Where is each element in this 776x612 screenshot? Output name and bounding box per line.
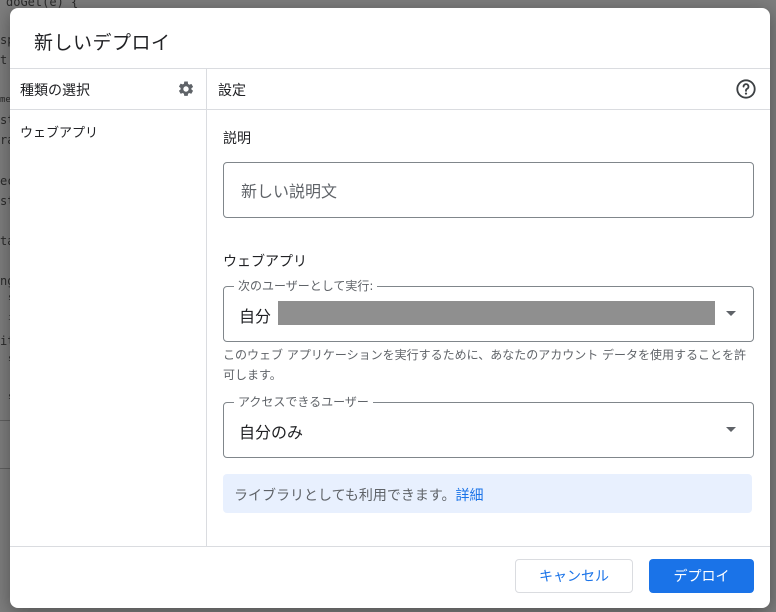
access-value: 自分のみ	[239, 423, 304, 442]
type-item-webapp[interactable]: ウェブアプリ	[20, 122, 98, 141]
description-label: 説明	[223, 131, 251, 147]
dialog-title: 新しいデプロイ	[34, 32, 171, 54]
type-select-heading: 種類の選択	[20, 83, 90, 99]
header-divider	[10, 68, 770, 69]
dropdown-arrow-icon	[726, 311, 736, 316]
access-select[interactable]: アクセスできるユーザー 自分のみ	[223, 394, 754, 458]
access-legend: アクセスできるユーザー	[234, 394, 373, 410]
execute-as-legend: 次のユーザーとして実行:	[234, 278, 378, 294]
dropdown-arrow-icon	[726, 427, 736, 432]
description-field	[223, 162, 754, 219]
help-circle-icon[interactable]	[734, 77, 758, 101]
cancel-button[interactable]: キャンセル	[515, 559, 633, 593]
settings-heading: 設定	[218, 83, 246, 99]
execute-as-value: 自分	[239, 307, 272, 326]
panel-divider	[206, 68, 207, 546]
library-info-text: ライブラリとしても利用できます。詳細	[234, 485, 483, 505]
new-deployment-dialog: 新しいデプロイ 種類の選択 ウェブアプリ 設定 説明 ウェブアプリ 次のユーザー…	[10, 8, 770, 608]
learn-more-link[interactable]: 詳細	[455, 488, 483, 504]
redacted-account-email	[278, 301, 715, 325]
library-info-banner: ライブラリとしても利用できます。詳細	[223, 474, 752, 513]
description-input[interactable]	[239, 163, 733, 219]
library-info-message: ライブラリとしても利用できます。	[234, 488, 456, 504]
execute-as-help-text: このウェブ アプリケーションを実行するために、あなたのアカウント データを使用す…	[223, 348, 747, 382]
panel-header-divider	[10, 109, 770, 110]
execute-as-select[interactable]: 次のユーザーとして実行: 自分	[223, 278, 754, 342]
deploy-button[interactable]: デプロイ	[649, 559, 754, 593]
gear-icon[interactable]	[176, 79, 196, 99]
webapp-section-label: ウェブアプリ	[223, 254, 307, 270]
footer-divider	[10, 546, 770, 547]
code-line: t	[0, 53, 8, 67]
